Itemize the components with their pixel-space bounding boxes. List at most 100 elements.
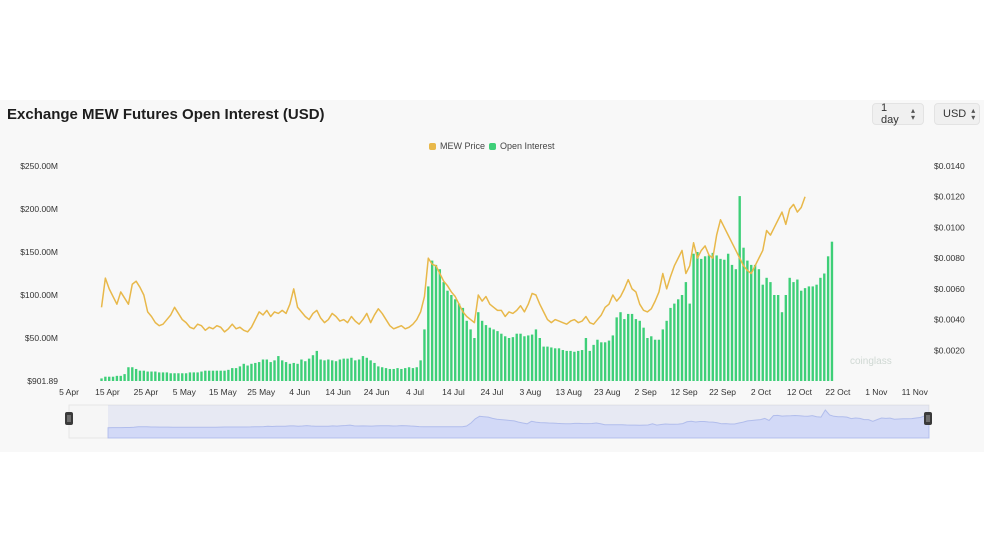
oi-bar (227, 369, 230, 381)
oi-bar (438, 269, 442, 381)
oi-bar (123, 374, 126, 381)
oi-bar (703, 256, 707, 381)
navigator-handle-right[interactable] (924, 412, 932, 425)
oi-bar (446, 290, 449, 381)
oi-bar (477, 312, 480, 381)
oi-bar (800, 290, 803, 381)
oi-bar (331, 360, 334, 381)
oi-bar (665, 320, 668, 381)
oi-bar (527, 335, 530, 381)
navigator-selection (108, 405, 929, 438)
oi-bar (442, 282, 445, 381)
oi-bar (661, 329, 664, 381)
oi-bar (357, 359, 361, 381)
x-tick-label: 5 Apr (59, 387, 79, 397)
oi-bar (553, 348, 557, 381)
x-tick-label: 22 Sep (709, 387, 736, 397)
oi-bar (684, 282, 688, 381)
oi-bar (415, 367, 418, 381)
x-tick-label: 13 Aug (556, 387, 583, 397)
oi-bar (630, 313, 634, 381)
oi-bar (830, 241, 834, 381)
oi-bar (523, 336, 526, 381)
oi-bar (515, 333, 518, 381)
oi-bar (115, 375, 119, 381)
oi-bar (496, 331, 499, 381)
oi-bar (611, 335, 615, 381)
oi-bar (327, 359, 330, 381)
oi-bar (384, 368, 388, 381)
oi-bar (242, 363, 245, 381)
oi-bar (392, 368, 395, 381)
oi-bar (165, 372, 169, 381)
x-tick-label: 5 May (173, 387, 197, 397)
oi-bar (273, 360, 276, 381)
oi-bar (773, 295, 776, 381)
oi-bar (454, 299, 457, 381)
oi-bar (653, 339, 657, 381)
x-tick-label: 23 Aug (594, 387, 621, 397)
oi-bar (150, 371, 153, 381)
y-right-tick-label: $0.0100 (934, 222, 965, 232)
x-tick-label: 3 Aug (519, 387, 541, 397)
oi-bar (204, 370, 207, 381)
oi-bar (688, 303, 691, 381)
oi-bar (561, 350, 565, 381)
oi-bar (461, 307, 465, 381)
oi-bar (642, 327, 645, 381)
oi-bar (696, 252, 699, 381)
oi-bar (542, 346, 545, 381)
oi-bar (177, 373, 180, 381)
oi-bar (784, 295, 788, 381)
oi-bar (761, 284, 764, 381)
y-right-tick-label: $0.0020 (934, 345, 965, 355)
x-tick-label: 11 Nov (902, 387, 929, 397)
oi-bar (746, 260, 749, 381)
x-tick-label: 12 Sep (671, 387, 698, 397)
navigator-handle-left[interactable] (65, 412, 73, 425)
oi-bar (457, 303, 461, 381)
oi-bar (765, 277, 768, 381)
oi-bar (577, 350, 580, 381)
oi-bar (311, 355, 315, 381)
oi-bar (207, 370, 211, 381)
oi-bar (700, 258, 703, 381)
oi-bar (750, 264, 753, 381)
x-tick-label: 22 Oct (825, 387, 851, 397)
oi-bar (373, 362, 376, 381)
oi-bar (169, 373, 172, 381)
oi-bar (181, 373, 184, 381)
oi-bar (650, 336, 653, 381)
oi-bar (158, 372, 161, 381)
oi-bar (534, 329, 538, 381)
oi-bar (488, 327, 491, 381)
oi-bar (792, 282, 795, 381)
y-right-tick-label: $0.0040 (934, 315, 965, 325)
oi-bar (284, 362, 288, 381)
oi-bar (469, 329, 472, 381)
x-tick-label: 4 Jul (406, 387, 424, 397)
oi-bar (546, 346, 549, 381)
oi-bar (292, 362, 295, 381)
oi-bar (377, 366, 380, 381)
x-tick-label: 12 Oct (787, 387, 813, 397)
y-right-tick-label: $0.0060 (934, 284, 965, 294)
oi-bar (365, 357, 368, 381)
oi-bar (473, 338, 476, 381)
oi-bar (419, 360, 422, 381)
oi-bar (261, 359, 265, 381)
oi-bar (623, 319, 626, 381)
oi-bar (711, 252, 714, 381)
oi-bar (492, 329, 495, 381)
oi-bar (246, 365, 249, 381)
oi-bar (200, 371, 203, 381)
oi-bar (500, 333, 503, 381)
oi-bar (723, 259, 726, 381)
oi-bar (430, 260, 434, 381)
oi-bar (119, 375, 122, 381)
oi-bar (584, 338, 588, 381)
oi-bar (111, 376, 115, 381)
oi-bar (569, 350, 572, 381)
oi-bar (192, 372, 195, 381)
oi-bar (427, 286, 430, 381)
